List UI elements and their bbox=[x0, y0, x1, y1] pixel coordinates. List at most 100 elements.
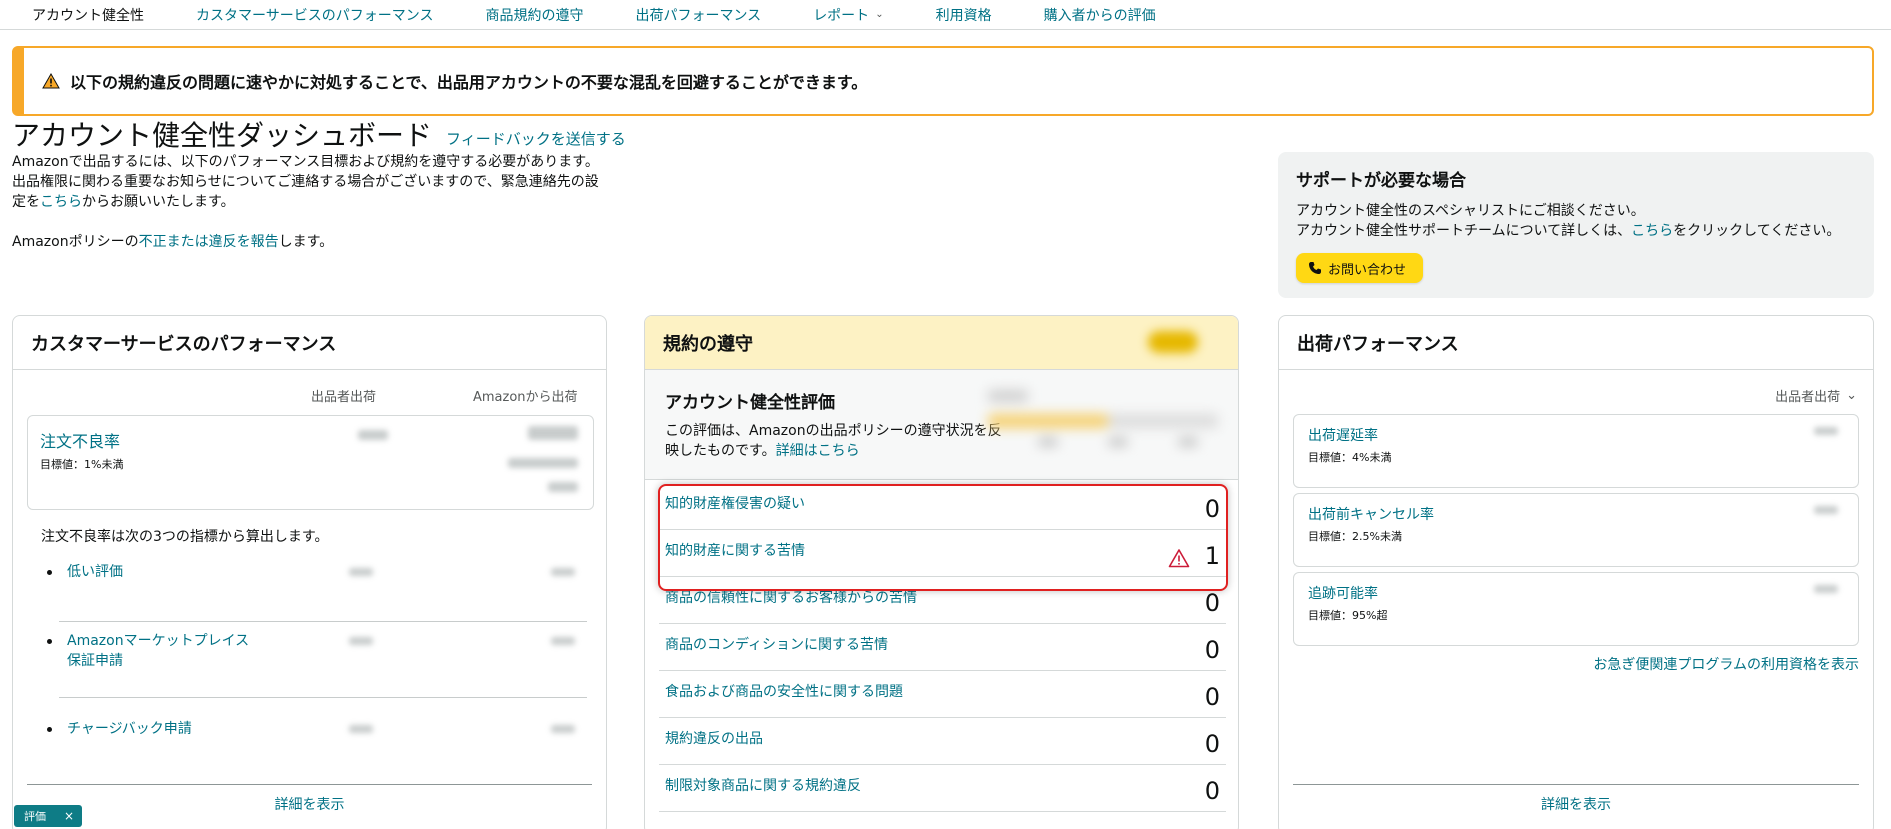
contact-us-button[interactable]: お問い合わせ bbox=[1296, 253, 1423, 283]
ship-metric-card: 追跡可能率 目標値：95%超 bbox=[1293, 572, 1859, 646]
top-nav: アカウント健全性 カスタマーサービスのパフォーマンス 商品規約の遵守 出荷パフォ… bbox=[0, 0, 1891, 30]
policy-panel-title: 規約の遵守 bbox=[663, 333, 753, 355]
authenticity-complaints-count: 0 bbox=[1204, 589, 1220, 617]
late-shipment-rate-link[interactable]: 出荷遅延率 bbox=[1308, 425, 1844, 445]
blurred-value bbox=[349, 568, 373, 576]
policy-row: 商品のコンディションに関する苦情 0 bbox=[659, 624, 1226, 671]
account-health-rating-box: アカウント健全性評価 この評価は、Amazonの出品ポリシーの遵守状況を反映した… bbox=[645, 370, 1238, 480]
cs-view-details-link[interactable]: 詳細を表示 bbox=[275, 797, 345, 813]
odr-calc-note: 注文不良率は次の3つの指標から算出します。 bbox=[41, 529, 329, 545]
emergency-contact-link[interactable]: こちら bbox=[40, 194, 82, 210]
policy-row: 食品および商品の安全性に関する問題 0 bbox=[659, 671, 1226, 718]
contact-us-label: お問い合わせ bbox=[1328, 262, 1407, 278]
blurred-value bbox=[349, 725, 373, 733]
support-line-1: アカウント健全性のスペシャリストにご相談ください。 bbox=[1296, 203, 1645, 219]
col-head-amazon-fulfilled: Amazonから出荷 bbox=[473, 390, 578, 405]
prime-eligibility-link[interactable]: お急ぎ便関連プログラムの利用資格を表示 bbox=[1593, 654, 1859, 674]
food-safety-link[interactable]: 食品および商品の安全性に関する問題 bbox=[665, 681, 903, 701]
send-feedback-link[interactable]: フィードバックを送信する bbox=[446, 128, 626, 149]
policy-row: 規約違反の出品 0 bbox=[659, 718, 1226, 765]
late-shipment-target: 目標値：4%未満 bbox=[1308, 451, 1392, 464]
divider bbox=[59, 697, 587, 698]
order-defect-rate-link[interactable]: 注文不良率 bbox=[40, 428, 581, 452]
shipping-performance-panel: 出荷パフォーマンス 出品者出荷 ⌄ 出荷遅延率 目標値：4%未満 出荷前キャンセル… bbox=[1278, 315, 1874, 829]
blurred-value bbox=[528, 426, 578, 440]
listing-violations-link[interactable]: 規約違反の出品 bbox=[665, 728, 763, 748]
ship-details-link-wrap: 詳細を表示 bbox=[1279, 794, 1873, 814]
chargeback-link[interactable]: チャージバック申請 bbox=[67, 719, 192, 739]
blurred-value bbox=[1814, 427, 1838, 435]
intro-line-2: 出品権限に関わる重要なお知らせについてご連絡する場合がございますので、緊急連絡先… bbox=[12, 174, 599, 190]
metric-row-a-to-z-claims: Amazonマーケットプレイス 保証申請 bbox=[41, 631, 601, 698]
rating-details-link[interactable]: 詳細はこちら bbox=[776, 443, 860, 459]
policy-panel-header: 規約の遵守 bbox=[645, 316, 1238, 370]
cancellation-rate-link[interactable]: 出荷前キャンセル率 bbox=[1308, 504, 1844, 524]
condition-complaints-count: 0 bbox=[1204, 636, 1220, 664]
metric-row-negative-feedback: 低い評価 bbox=[41, 562, 601, 622]
nav-tab-account-health[interactable]: アカウント健全性 bbox=[32, 5, 144, 25]
blurred-value bbox=[349, 637, 373, 645]
rating-chip[interactable]: 評価 × bbox=[14, 805, 82, 827]
nav-tab-policy-compliance[interactable]: 商品規約の遵守 bbox=[485, 5, 583, 25]
fulfillment-dropdown[interactable]: 出品者出荷 ⌄ bbox=[1775, 386, 1857, 405]
nav-tab-shipping-performance[interactable]: 出荷パフォーマンス bbox=[635, 5, 761, 25]
report-post: します。 bbox=[278, 234, 334, 250]
intro-text: Amazonで出品するには、以下のパフォーマンス目標および規約を遵守する必要があ… bbox=[12, 152, 612, 212]
warning-icon bbox=[42, 73, 60, 89]
restricted-products-count: 0 bbox=[1204, 777, 1220, 805]
condition-complaints-link[interactable]: 商品のコンディションに関する苦情 bbox=[665, 634, 888, 654]
odr-target: 目標値：1%未満 bbox=[40, 458, 124, 471]
nav-tab-reports-label: レポート bbox=[813, 7, 870, 24]
customer-service-panel: カスタマーサービスのパフォーマンス 出品者出荷 Amazonから出荷 注文不良率… bbox=[12, 315, 607, 829]
blurred-status-badge bbox=[1148, 331, 1198, 353]
fulfillment-dropdown-label: 出品者出荷 bbox=[1775, 390, 1841, 405]
rating-description: この評価は、Amazonの出品ポリシーの遵守状況を反映したものです。詳細はこちら bbox=[665, 421, 1005, 461]
policy-compliance-panel: 規約の遵守 アカウント健全性評価 この評価は、Amazonの出品ポリシーの遵守状… bbox=[644, 315, 1239, 829]
blurred-value bbox=[358, 430, 388, 440]
support-title: サポートが必要な場合 bbox=[1296, 171, 1466, 191]
support-team-link[interactable]: こちら bbox=[1631, 223, 1673, 239]
page-title: アカウント健全性ダッシュボード bbox=[12, 119, 433, 152]
ship-metric-card: 出荷遅延率 目標値：4%未満 bbox=[1293, 414, 1859, 488]
close-icon[interactable]: × bbox=[64, 809, 74, 823]
nav-tab-eligibility[interactable]: 利用資格 bbox=[936, 5, 992, 25]
ship-view-details-link[interactable]: 詳細を表示 bbox=[1541, 797, 1611, 813]
phone-icon bbox=[1309, 262, 1321, 274]
negative-feedback-link[interactable]: 低い評価 bbox=[67, 562, 123, 582]
blurred-value bbox=[1814, 506, 1838, 514]
blurred-value bbox=[551, 725, 575, 733]
nav-tab-customer-service[interactable]: カスタマーサービスのパフォーマンス bbox=[196, 5, 433, 25]
ship-panel-title: 出荷パフォーマンス bbox=[1279, 316, 1873, 370]
a-to-z-claims-line-1: Amazonマーケットプレイス bbox=[67, 633, 250, 649]
order-defect-rate-card: 注文不良率 目標値：1%未満 bbox=[27, 415, 594, 510]
a-to-z-claims-link[interactable]: Amazonマーケットプレイス 保証申請 bbox=[67, 631, 249, 671]
blurred-value bbox=[551, 637, 575, 645]
bullet-icon bbox=[47, 639, 52, 644]
blurred-value bbox=[551, 568, 575, 576]
cs-panel-title: カスタマーサービスのパフォーマンス bbox=[13, 316, 606, 370]
support-line-2-post: をクリックしてください。 bbox=[1673, 223, 1841, 239]
metric-row-chargeback: チャージバック申請 bbox=[41, 719, 601, 759]
intro-line-3-pre: 定を bbox=[12, 194, 40, 210]
cs-details-link-wrap: 詳細を表示 bbox=[13, 794, 606, 814]
listing-violations-count: 0 bbox=[1204, 730, 1220, 758]
intro-line-1: Amazonで出品するには、以下のパフォーマンス目標および規約を遵守する必要があ… bbox=[12, 154, 599, 170]
cancellation-target: 目標値：2.5%未満 bbox=[1308, 530, 1402, 543]
food-safety-count: 0 bbox=[1204, 683, 1220, 711]
support-line-2: アカウント健全性サポートチームについて詳しくは、こちらをクリックしてください。 bbox=[1296, 221, 1856, 241]
nav-tab-buyer-feedback[interactable]: 購入者からの評価 bbox=[1044, 5, 1156, 25]
warning-alert-banner: 以下の規約違反の問題に速やかに対処することで、出品用アカウントの不要な混乱を回避… bbox=[12, 46, 1874, 116]
report-violation-line: Amazonポリシーの不正または違反を報告します。 bbox=[12, 231, 333, 251]
divider bbox=[27, 784, 592, 785]
bullet-icon bbox=[47, 570, 52, 575]
report-violation-link[interactable]: 不正または違反を報告 bbox=[139, 234, 279, 250]
restricted-products-link[interactable]: 制限対象商品に関する規約違反 bbox=[665, 775, 861, 795]
report-pre: Amazonポリシーの bbox=[12, 234, 139, 250]
col-head-seller-fulfilled: 出品者出荷 bbox=[311, 390, 377, 405]
rating-chip-label: 評価 bbox=[24, 810, 46, 823]
chevron-down-icon: ⌄ bbox=[875, 9, 884, 20]
blurred-rating-gauge bbox=[988, 386, 1218, 460]
support-box: サポートが必要な場合 アカウント健全性のスペシャリストにご相談ください。 アカウ… bbox=[1278, 152, 1874, 298]
valid-tracking-rate-link[interactable]: 追跡可能率 bbox=[1308, 583, 1844, 603]
nav-tab-reports[interactable]: レポート ⌄ bbox=[813, 5, 883, 25]
